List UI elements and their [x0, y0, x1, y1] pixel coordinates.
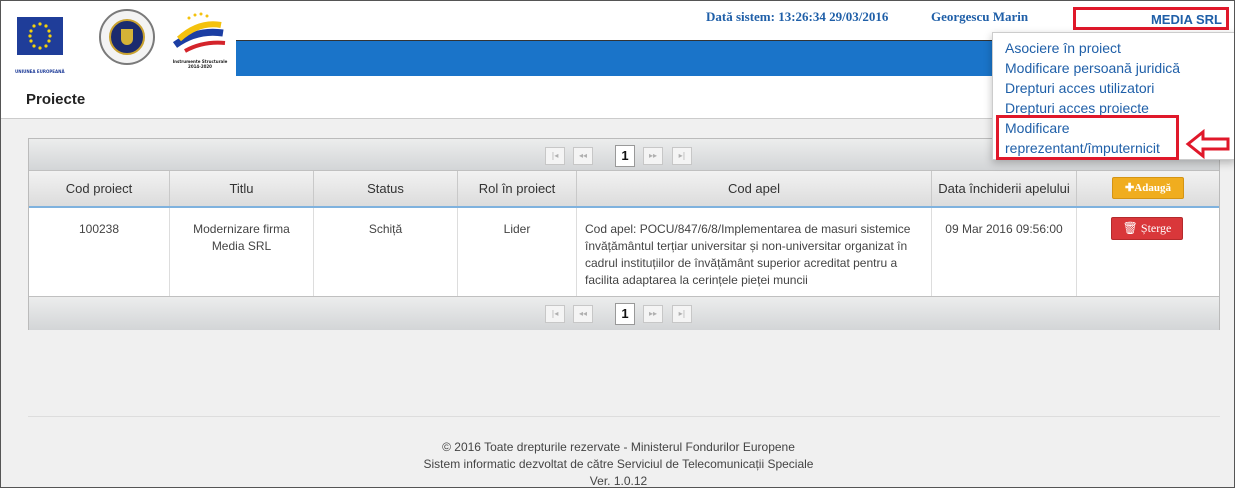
- pager-last-button[interactable]: ▸|: [672, 305, 692, 323]
- table-row[interactable]: 100238 Modernizare firma Media SRL Schiț…: [29, 208, 1219, 296]
- footer-copyright: © 2016 Toate drepturile rezervate - Mini…: [442, 440, 795, 454]
- menu-item-modificare-persoana-juridica[interactable]: Modificare persoană juridică: [1005, 60, 1180, 76]
- instrumente-structurale-logo-icon: [167, 11, 229, 59]
- column-header-data-inchiderii[interactable]: Data închiderii apelului: [932, 171, 1077, 206]
- menu-item-drepturi-acces-utilizatori[interactable]: Drepturi acces utilizatori: [1005, 80, 1154, 96]
- cell-status: Schiță: [314, 208, 458, 296]
- menu-item-asociere-proiect[interactable]: Asociere în proiect: [1005, 40, 1121, 56]
- cell-titlu: Modernizare firma Media SRL: [170, 208, 314, 296]
- system-time: Dată sistem: 13:26:34 29/03/2016: [706, 9, 889, 24]
- column-header-rol[interactable]: Rol în proiect: [458, 171, 577, 206]
- cell-cod-apel: Cod apel: POCU/847/6/8/Implementarea de …: [577, 208, 932, 296]
- cell-rol: Lider: [458, 208, 577, 296]
- eu-flag-icon: [17, 17, 63, 55]
- column-header-titlu[interactable]: Titlu: [170, 171, 314, 206]
- cell-data-inchiderii: 09 Mar 2016 09:56:00: [932, 208, 1077, 296]
- add-project-button[interactable]: ✚Adaugă: [1112, 177, 1184, 199]
- menu-item-drepturi-acces-proiecte[interactable]: Drepturi acces proiecte: [1005, 100, 1149, 116]
- user-name-link[interactable]: Georgescu Marin: [931, 9, 1028, 25]
- instrumente-structurale-label: Instrumente Structurale 2014-2020: [165, 59, 235, 69]
- footer-version: Ver. 1.0.12: [589, 474, 648, 488]
- delete-project-button[interactable]: 🗑 Șterge: [1111, 217, 1183, 240]
- pager-first-button[interactable]: |◂: [545, 147, 565, 165]
- eu-label: UNIUNEA EUROPEANĂ: [15, 69, 65, 74]
- projects-table: |◂ ◂◂ 1 ▸▸ ▸| Cod proiect Titlu Status R…: [28, 138, 1220, 330]
- pager-prev-button[interactable]: ◂◂: [573, 305, 593, 323]
- footer-divider: [28, 416, 1220, 417]
- romania-coat-of-arms-icon: [99, 9, 155, 65]
- pager-bottom: |◂ ◂◂ 1 ▸▸ ▸|: [29, 296, 1219, 330]
- column-header-cod-apel[interactable]: Cod apel: [577, 171, 932, 206]
- pager-prev-button[interactable]: ◂◂: [573, 147, 593, 165]
- column-header-cod-proiect[interactable]: Cod proiect: [29, 171, 170, 206]
- pager-next-button[interactable]: ▸▸: [643, 305, 663, 323]
- pager-first-button[interactable]: |◂: [545, 305, 565, 323]
- logo-area: UNIUNEA EUROPEANĂ Instrumente Structural…: [11, 7, 236, 77]
- pager-next-button[interactable]: ▸▸: [643, 147, 663, 165]
- page-title: Proiecte: [26, 91, 86, 108]
- company-menu-toggle[interactable]: MEDIA SRL: [1073, 7, 1229, 30]
- is-label-line2: 2014-2020: [188, 64, 212, 69]
- column-header-status[interactable]: Status: [314, 171, 458, 206]
- arrow-left-annotation-icon: [1185, 128, 1231, 160]
- pager-current-page[interactable]: 1: [615, 145, 635, 167]
- company-name: MEDIA SRL: [1150, 12, 1222, 27]
- table-header: Cod proiect Titlu Status Rol în proiect …: [29, 171, 1219, 208]
- footer: © 2016 Toate drepturile rezervate - Mini…: [1, 439, 1234, 488]
- footer-developer: Sistem informatic dezvoltat de către Ser…: [423, 457, 814, 471]
- app-window: UNIUNEA EUROPEANĂ Instrumente Structural…: [0, 0, 1235, 488]
- cell-cod-proiect: 100238: [29, 208, 170, 296]
- pager-last-button[interactable]: ▸|: [672, 147, 692, 165]
- pager-current-page[interactable]: 1: [615, 303, 635, 325]
- highlight-annotation-box: [996, 115, 1179, 160]
